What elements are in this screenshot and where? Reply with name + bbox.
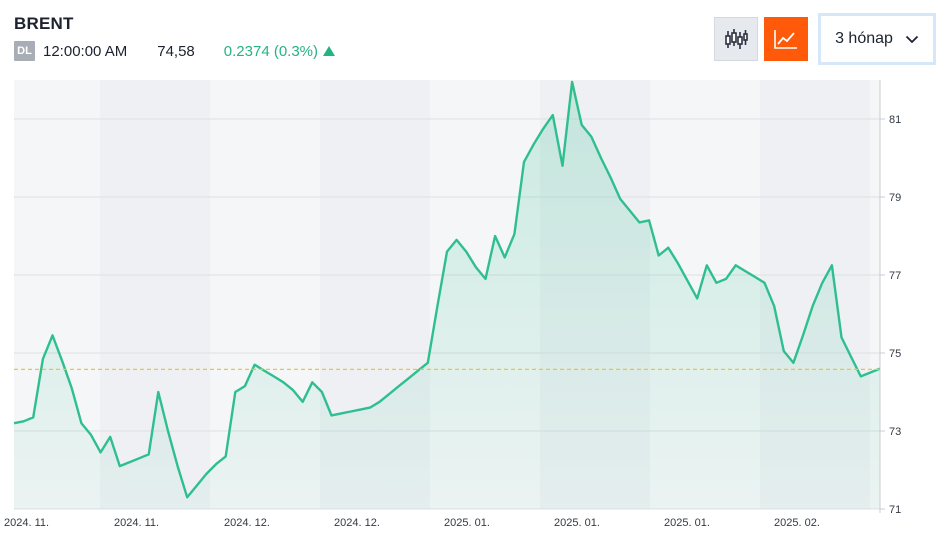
x-tick-label: 2025. 01. <box>664 517 710 529</box>
y-tick-label: 81 <box>889 114 901 126</box>
x-tick-label: 2024. 11. <box>4 517 49 529</box>
y-tick-label: 71 <box>889 504 901 516</box>
x-tick-label: 2024. 11. <box>114 517 159 529</box>
x-tick-label: 2024. 12. <box>224 517 270 529</box>
x-tick-label: 2025. 01. <box>444 517 490 529</box>
y-tick-label: 75 <box>889 348 901 360</box>
price-chart-svg: 71 73 75 77 79 81 2024. 11. 2024. 11. 2024. 12. 2… <box>4 80 901 529</box>
y-tick-label: 79 <box>889 192 901 204</box>
x-tick-label: 2024. 12. <box>334 517 380 529</box>
x-tick-label: 2025. 01. <box>554 517 600 529</box>
y-tick-label: 77 <box>889 270 901 282</box>
x-tick-label: 2025. 02. <box>774 517 820 529</box>
y-tick-label: 73 <box>889 426 901 438</box>
price-chart: 71 73 75 77 79 81 2024. 11. 2024. 11. 2024. 12. 2… <box>0 0 946 534</box>
